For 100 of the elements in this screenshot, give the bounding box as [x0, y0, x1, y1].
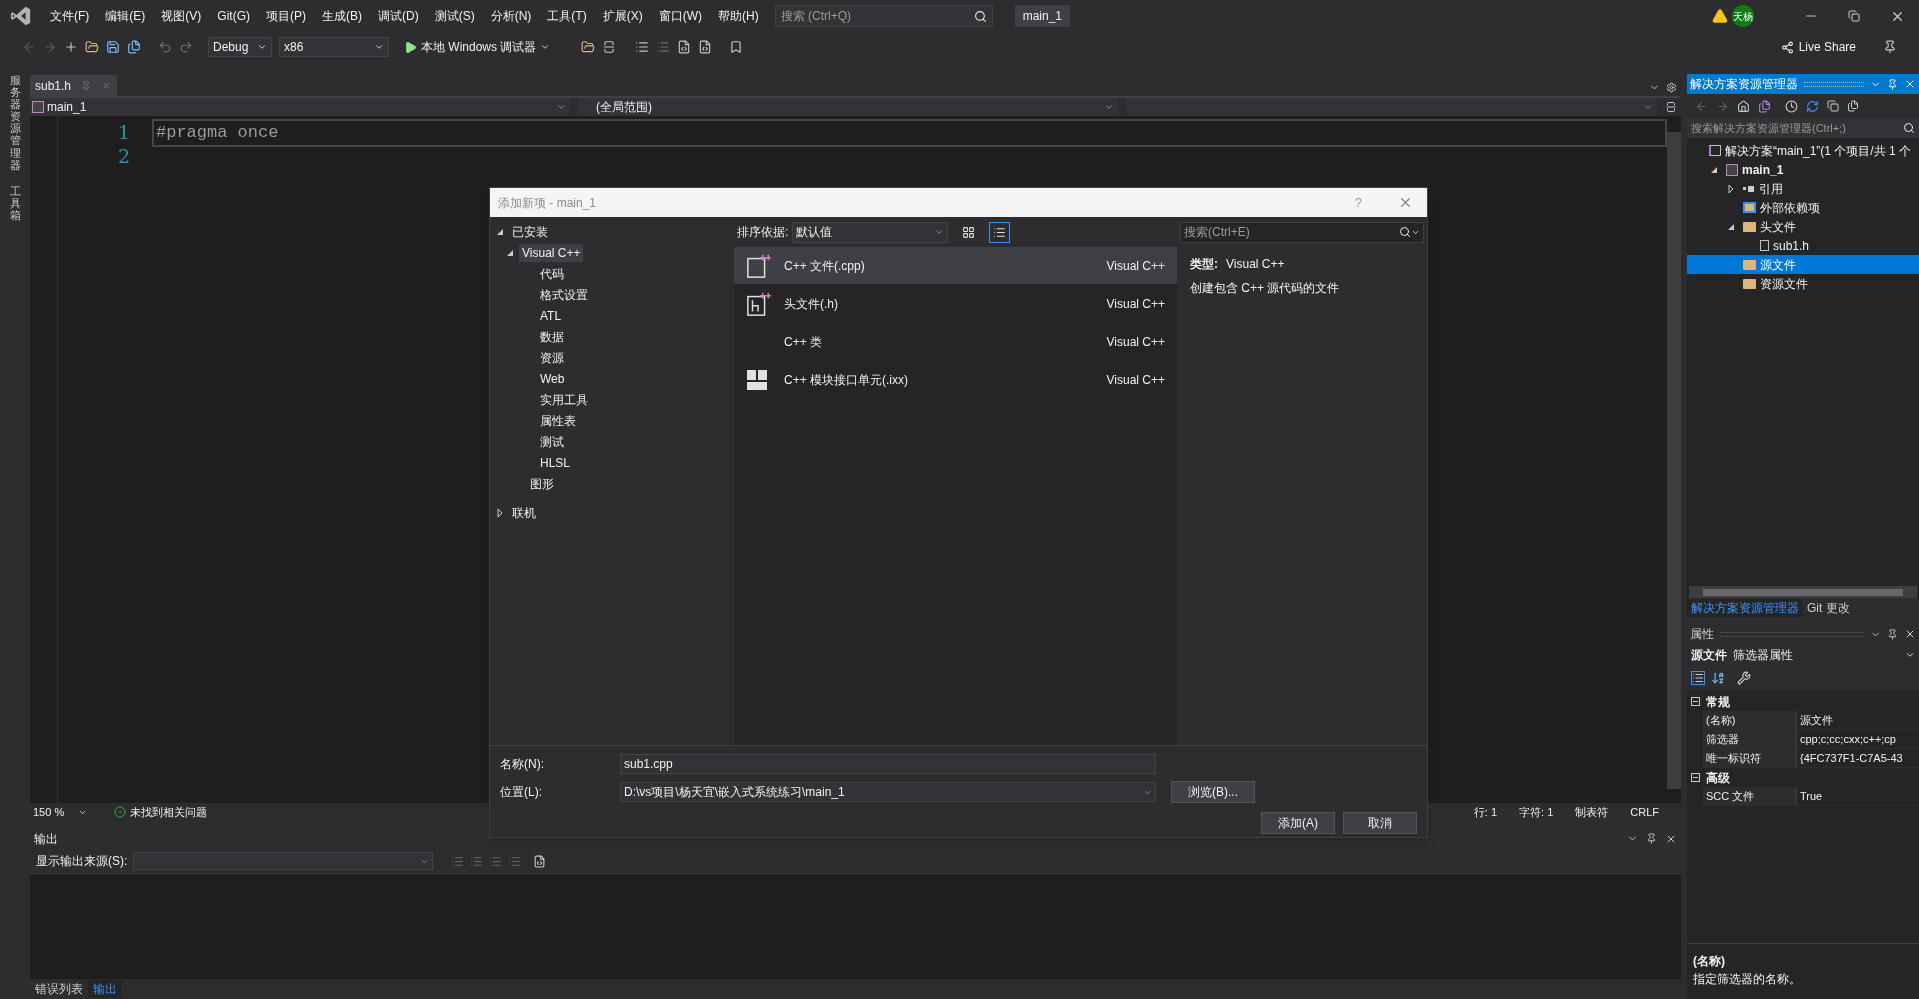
- collapse-icon[interactable]: [1691, 773, 1700, 782]
- name-field[interactable]: sub1.cpp: [620, 754, 1156, 774]
- template-row[interactable]: C++ 模块接口单元(.ixx) Visual C++: [734, 361, 1177, 398]
- live-share-button[interactable]: Live Share: [1780, 38, 1856, 56]
- search-field[interactable]: 搜索(Ctrl+E): [1180, 221, 1424, 243]
- restore-icon[interactable]: [1848, 10, 1860, 22]
- bookmark-icon[interactable]: [729, 40, 744, 54]
- expanded-arrow-icon[interactable]: [506, 248, 514, 257]
- document-tab[interactable]: sub1.h: [30, 75, 118, 96]
- collapse-all-icon[interactable]: [1827, 100, 1839, 112]
- category-item[interactable]: 测试: [537, 432, 567, 451]
- menu-item[interactable]: 测试(S): [426, 7, 483, 25]
- tool-window-tab[interactable]: 服务器资源管理器: [9, 74, 21, 171]
- category-item[interactable]: Visual C++: [519, 243, 584, 262]
- alphabetical-icon[interactable]: [1711, 671, 1725, 685]
- account-badge[interactable]: 天杨: [1732, 5, 1754, 27]
- menu-item[interactable]: 编辑(E): [97, 7, 154, 25]
- redo-icon[interactable]: [179, 40, 193, 54]
- collapsed-arrow-icon[interactable]: [496, 508, 504, 517]
- new-item-icon[interactable]: [64, 40, 78, 54]
- category-item[interactable]: 代码: [537, 264, 567, 283]
- run-debugger-button[interactable]: 本地 Windows 调试器: [404, 38, 551, 56]
- split-icon[interactable]: [1665, 101, 1677, 113]
- refresh-icon[interactable]: [1806, 99, 1819, 113]
- panel-tab[interactable]: Git 更改: [1803, 599, 1854, 617]
- show-all-files-icon[interactable]: [1847, 100, 1859, 112]
- platform-dropdown[interactable]: x86: [279, 37, 389, 57]
- menu-item[interactable]: 窗口(W): [650, 7, 710, 25]
- open-folder-icon[interactable]: [85, 40, 99, 54]
- category-item[interactable]: Web: [537, 369, 568, 388]
- history-icon[interactable]: [1785, 99, 1798, 113]
- panel-tab[interactable]: 输出: [88, 980, 122, 998]
- category-item[interactable]: 联机: [509, 503, 539, 522]
- menu-item[interactable]: 分析(N): [482, 7, 540, 25]
- close-icon[interactable]: [1665, 833, 1677, 845]
- category-item[interactable]: 实用工具: [537, 390, 591, 409]
- expanded-arrow-icon[interactable]: [496, 227, 504, 236]
- tool-window-tab[interactable]: 工具箱: [9, 184, 21, 222]
- template-row[interactable]: C++ 文件(.cpp) Visual C++: [734, 247, 1177, 284]
- menu-item[interactable]: 工具(T): [539, 7, 595, 25]
- browse-button[interactable]: 浏览(B)...: [1171, 781, 1255, 803]
- category-item[interactable]: 数据: [537, 327, 567, 346]
- search-field[interactable]: 搜索解决方案资源管理器(Ctrl+;): [1687, 118, 1919, 138]
- tree-item[interactable]: sub1.h: [1687, 236, 1919, 255]
- template-row[interactable]: 头文件(.h) Visual C++: [734, 285, 1177, 322]
- panel-title-bar[interactable]: 属性: [1687, 624, 1919, 644]
- menu-item[interactable]: 视图(V): [153, 7, 210, 25]
- tree-item[interactable]: 引用: [1687, 179, 1919, 198]
- home-icon[interactable]: [1737, 99, 1750, 113]
- location-field[interactable]: D:\vs项目\杨天宜\嵌入式系统练习\main_1: [620, 782, 1156, 802]
- property-value[interactable]: cpp;c;cc;cxx;c++;cp: [1796, 730, 1919, 748]
- issues-status[interactable]: 未找到相关问题: [130, 803, 207, 821]
- panel-tab[interactable]: 错误列表: [30, 980, 88, 998]
- search-icon[interactable]: [973, 9, 987, 23]
- zoom-dropdown[interactable]: 150 %: [30, 803, 90, 821]
- search-field[interactable]: 搜索 (Ctrl+Q): [774, 5, 993, 27]
- panel-title-bar[interactable]: 解决方案资源管理器: [1687, 74, 1919, 94]
- tree-item[interactable]: 头文件: [1687, 217, 1919, 236]
- folder-icon[interactable]: [581, 40, 596, 54]
- tree-item[interactable]: 源文件: [1687, 255, 1919, 274]
- panel-tab[interactable]: 解决方案资源管理器: [1687, 599, 1803, 617]
- settings-icon[interactable]: [1666, 82, 1677, 93]
- menu-item[interactable]: 调试(D): [370, 7, 427, 25]
- sort-dropdown[interactable]: 默认值: [792, 221, 949, 243]
- vs-logo-icon[interactable]: [10, 5, 32, 27]
- category-item[interactable]: 图形: [527, 474, 557, 493]
- object-dropdown[interactable]: 源文件 筛选器属性: [1687, 644, 1919, 666]
- tree-item[interactable]: 外部依赖项: [1687, 198, 1919, 217]
- property-value[interactable]: True: [1796, 787, 1919, 805]
- categorized-icon[interactable]: [1691, 671, 1705, 685]
- category-item[interactable]: 格式设置: [537, 285, 591, 304]
- tree-item[interactable]: main_1: [1687, 160, 1919, 179]
- category-item[interactable]: HLSL: [537, 453, 574, 472]
- add-button[interactable]: 添加(A): [1261, 812, 1335, 834]
- category-item[interactable]: 属性表: [537, 411, 579, 430]
- menu-item[interactable]: 生成(B): [314, 7, 370, 25]
- horizontal-scrollbar[interactable]: [1689, 586, 1917, 598]
- configuration-dropdown[interactable]: Debug: [208, 37, 272, 57]
- save-all-icon[interactable]: [127, 40, 141, 54]
- list-view-button[interactable]: [989, 221, 1011, 243]
- tree-item[interactable]: 解决方案“main_1”(1 个项目/共 1 个: [1687, 141, 1919, 160]
- switch-views-icon[interactable]: [1758, 99, 1771, 113]
- menu-item[interactable]: 扩展(X): [594, 7, 651, 25]
- cancel-button[interactable]: 取消: [1343, 812, 1417, 834]
- undo-icon[interactable]: [158, 40, 172, 54]
- vertical-scrollbar[interactable]: [1667, 132, 1681, 789]
- save-icon[interactable]: [106, 40, 120, 54]
- property-value[interactable]: {4FC737F1-C7A5-43: [1796, 749, 1919, 767]
- menu-item[interactable]: 文件(F): [42, 7, 98, 25]
- word-wrap-icon[interactable]: [533, 854, 547, 868]
- collapse-icon[interactable]: [1691, 697, 1700, 706]
- tree-item[interactable]: 资源文件: [1687, 274, 1919, 293]
- navigation-dropdown[interactable]: (全局范围): [578, 98, 1118, 116]
- category-item[interactable]: 资源: [537, 348, 567, 367]
- property-value[interactable]: 源文件: [1796, 711, 1919, 729]
- pin-icon[interactable]: [1646, 833, 1657, 844]
- menu-item[interactable]: 帮助(H): [710, 7, 767, 25]
- category-item[interactable]: 已安装: [509, 222, 551, 241]
- template-row[interactable]: C++ 类 Visual C++: [734, 323, 1177, 360]
- category-item[interactable]: ATL: [537, 306, 565, 325]
